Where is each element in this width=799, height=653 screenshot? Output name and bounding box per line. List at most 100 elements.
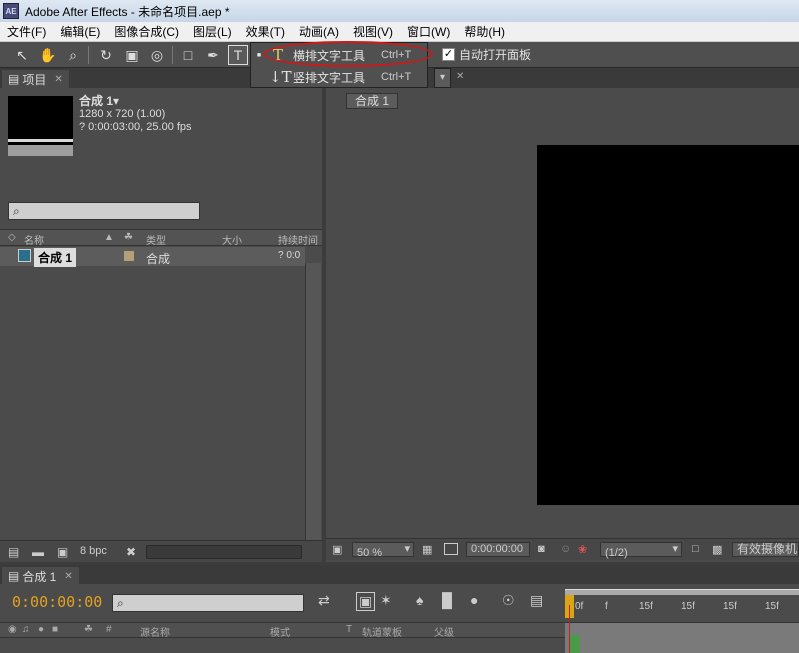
- type-tool-icon[interactable]: T: [228, 45, 248, 65]
- label-tag-icon[interactable]: ☘: [84, 624, 93, 635]
- menu-window[interactable]: 窗口(W): [400, 22, 457, 42]
- menu-effect[interactable]: 效果(T): [239, 22, 292, 42]
- lock-icon[interactable]: ■: [52, 624, 58, 635]
- comp-viewer[interactable]: [537, 145, 799, 505]
- camera-tool-icon[interactable]: ▣: [122, 45, 142, 65]
- draft-3d-icon[interactable]: ✶: [380, 592, 392, 609]
- work-area-bar[interactable]: [565, 589, 799, 595]
- menu-view[interactable]: 视图(V): [346, 22, 400, 42]
- motion-blur-icon[interactable]: ●: [470, 592, 478, 608]
- hand-tool-icon[interactable]: ✋: [38, 45, 58, 65]
- auto-open-panels[interactable]: ✓ 自动打开面板: [442, 46, 531, 63]
- live-update-icon[interactable]: ▣: [356, 592, 376, 611]
- label-column-icon: ◇: [8, 232, 16, 243]
- ruler-label: f: [605, 601, 608, 612]
- show-snapshot-icon[interactable]: ☺: [560, 543, 571, 555]
- trash-icon[interactable]: ✖: [126, 545, 136, 559]
- vertical-type-tool-item[interactable]: ↓T 竖排文字工具 Ctrl+T: [251, 66, 427, 88]
- column-t[interactable]: T: [346, 624, 352, 635]
- transparency-grid-icon[interactable]: ▩: [712, 543, 722, 556]
- grid-icon[interactable]: ▦: [422, 543, 432, 556]
- column-mode[interactable]: 模式: [270, 624, 290, 639]
- table-row[interactable]: 合成 1 合成 ? 0:0: [0, 247, 305, 267]
- comp-info: 合成 1▾ 1280 x 720 (1.00) ? 0:00:03:00, 25…: [79, 95, 192, 134]
- timeline-tab[interactable]: ▤ 合成 1 ✕: [2, 567, 79, 585]
- zoom-value: 50 %: [357, 547, 383, 559]
- new-folder-icon[interactable]: ▬: [32, 545, 44, 559]
- comp-mini-flowchart-icon[interactable]: ⇄: [318, 592, 330, 609]
- frame-blending-icon[interactable]: █: [442, 592, 452, 608]
- channel-rgb-icon[interactable]: ❀: [578, 543, 587, 556]
- pan-behind-tool-icon[interactable]: ◎: [147, 45, 167, 65]
- sort-ascending-icon: ▲: [104, 232, 114, 243]
- column-duration[interactable]: 持续时间: [278, 232, 318, 247]
- timeline-panel: ▤ 合成 1 ✕ 0:00:00:00 ⌕ ⇄ ▣ ✶ ♠ █ ● ☉ ▤ 0f…: [0, 565, 799, 653]
- layer-bar[interactable]: [570, 635, 580, 653]
- ruler-label: 15f: [723, 601, 737, 612]
- menu-edit[interactable]: 编辑(E): [53, 22, 107, 42]
- brainstorm-icon[interactable]: ☉: [502, 592, 515, 609]
- auto-open-checkbox[interactable]: ✓: [442, 48, 455, 61]
- project-tab[interactable]: ▤ 项目 ✕: [2, 70, 69, 88]
- rotate-tool-icon[interactable]: ↻: [96, 45, 116, 65]
- comp-name-tab[interactable]: 合成 1: [346, 93, 399, 109]
- av-features-icon[interactable]: ◉: [8, 624, 17, 635]
- chevron-down-icon[interactable]: ▾: [434, 68, 451, 88]
- interpret-footage-icon[interactable]: ▤: [8, 545, 19, 559]
- menu-animation[interactable]: 动画(A): [292, 22, 346, 42]
- selection-tool-icon[interactable]: ↖: [12, 45, 32, 65]
- timeline-search-input[interactable]: ⌕: [112, 594, 304, 612]
- graph-editor-icon[interactable]: ▤: [530, 592, 543, 609]
- bit-depth-button[interactable]: 8 bpc: [80, 545, 107, 557]
- new-comp-icon[interactable]: ▣: [57, 545, 68, 559]
- timeline-tab-icon: ▤: [8, 569, 20, 583]
- project-panel: ▤ 项目 ✕ 合成 1▾ 1280 x 720 (1.00) ? 0:00:03…: [0, 68, 322, 562]
- search-icon: ⌕: [117, 596, 124, 610]
- project-search-input[interactable]: ⌕: [8, 202, 200, 220]
- menu-layer[interactable]: 图层(L): [186, 22, 239, 42]
- timeline-track-area[interactable]: [565, 623, 799, 653]
- comp-info-name[interactable]: 合成 1▾: [79, 95, 192, 108]
- column-type[interactable]: 类型: [146, 232, 166, 247]
- shy-layers-icon[interactable]: ♠: [416, 592, 423, 608]
- time-ruler[interactable]: 0f f 15f 15f 15f 15f: [565, 587, 799, 625]
- camera-view-dropdown[interactable]: 有效摄像机: [732, 542, 799, 557]
- menu-help[interactable]: 帮助(H): [457, 22, 512, 42]
- column-source-name[interactable]: 源名称: [140, 624, 170, 639]
- label-color-swatch[interactable]: [124, 251, 134, 261]
- zoom-tool-icon[interactable]: ⌕: [63, 45, 83, 65]
- chevron-down-icon: ▾: [404, 543, 410, 555]
- region-of-interest-icon[interactable]: □: [692, 543, 699, 555]
- column-track-matte[interactable]: 轨道蒙板: [362, 624, 402, 639]
- project-footer: ▤ ▬ ▣ 8 bpc ✖: [0, 540, 322, 562]
- safe-margins-icon[interactable]: [444, 543, 458, 555]
- close-icon[interactable]: ✕: [456, 71, 464, 82]
- column-name[interactable]: 名称: [24, 232, 44, 247]
- always-preview-icon[interactable]: ▣: [332, 543, 342, 556]
- column-size[interactable]: 大小: [222, 232, 242, 247]
- vertical-type-shortcut: Ctrl+T: [381, 71, 412, 83]
- composition-panel: ▾ ✕ 合成 1 ▣ 50 % ▾ ▦ 0:00:00:00 ◙ ☺ ❀ (1/2…: [326, 68, 799, 562]
- column-parent[interactable]: 父级: [434, 624, 454, 639]
- menu-file[interactable]: 文件(F): [0, 22, 53, 42]
- resolution-dropdown[interactable]: (1/2) ▾: [600, 542, 682, 559]
- zoom-dropdown[interactable]: 50 % ▾: [352, 542, 414, 559]
- snapshot-camera-icon[interactable]: ◙: [538, 543, 545, 555]
- close-icon[interactable]: ✕: [54, 74, 62, 85]
- item-name[interactable]: 合成 1: [34, 248, 77, 267]
- comp-thumbnail: [8, 96, 73, 156]
- search-icon: ⌕: [13, 204, 20, 218]
- rectangle-tool-icon[interactable]: □: [178, 45, 198, 65]
- timeline-current-time[interactable]: 0:00:00:00: [12, 593, 102, 611]
- project-scrollbar[interactable]: [305, 263, 321, 540]
- pen-tool-icon[interactable]: ✒: [203, 45, 223, 65]
- solo-icon[interactable]: ●: [38, 624, 44, 635]
- audio-icon[interactable]: ♫: [22, 624, 30, 635]
- menu-composition[interactable]: 图像合成(C): [107, 22, 186, 42]
- ruler-label: 15f: [681, 601, 695, 612]
- close-icon[interactable]: ✕: [64, 571, 72, 582]
- project-horizontal-scrollbar[interactable]: [146, 545, 302, 559]
- current-time-field[interactable]: 0:00:00:00: [466, 542, 530, 557]
- project-tab-icon: ▤: [8, 72, 20, 86]
- current-time-indicator[interactable]: [569, 605, 570, 653]
